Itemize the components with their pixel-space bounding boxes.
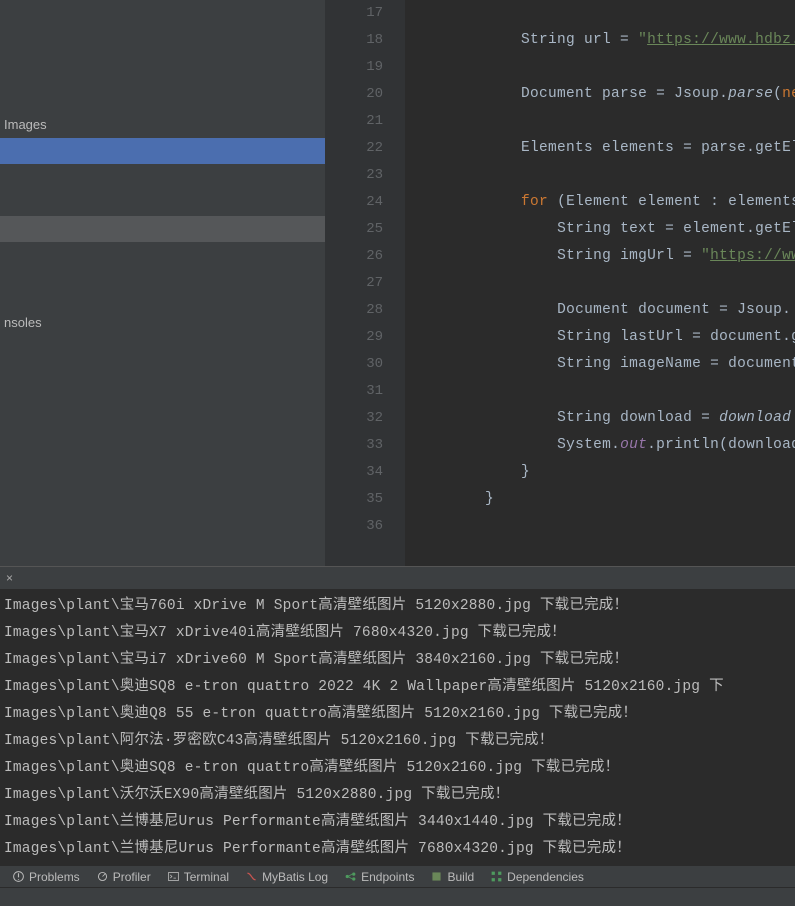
sidebar-item[interactable] — [0, 216, 325, 242]
line-number: 30 — [325, 351, 383, 378]
code-line[interactable] — [405, 108, 795, 135]
line-number: 34 — [325, 459, 383, 486]
line-number: 25 — [325, 216, 383, 243]
line-number: 36 — [325, 513, 383, 540]
console-line: Images\plant\兰博基尼Urus Performante高清壁纸图片 … — [4, 836, 791, 863]
toolwindow-label: MyBatis Log — [262, 870, 328, 884]
code-line[interactable]: String lastUrl = document.g — [405, 324, 795, 351]
code-line[interactable]: Elements elements = parse.getEl — [405, 135, 795, 162]
line-number: 21 — [325, 108, 383, 135]
endpoints-icon — [344, 870, 357, 883]
sidebar-item[interactable]: Images — [0, 112, 325, 138]
code-line[interactable]: System.out.println(download — [405, 432, 795, 459]
line-number: 29 — [325, 324, 383, 351]
code-line[interactable] — [405, 513, 795, 540]
dependencies-icon — [490, 870, 503, 883]
status-bar — [0, 887, 795, 906]
toolwindow-endpoints[interactable]: Endpoints — [336, 870, 422, 884]
toolwindow-build[interactable]: Build — [422, 870, 482, 884]
code-line[interactable] — [405, 162, 795, 189]
toolwindow-mybatis[interactable]: MyBatis Log — [237, 870, 336, 884]
code-line[interactable] — [405, 378, 795, 405]
code-editor[interactable]: 1718192021222324252627282930313233343536… — [325, 0, 795, 566]
toolwindow-label: Terminal — [184, 870, 229, 884]
console-line: Images\plant\奥迪SQ8 e-tron quattro高清壁纸图片 … — [4, 755, 791, 782]
toolwindow-label: Endpoints — [361, 870, 414, 884]
code-line[interactable]: Document document = Jsoup. — [405, 297, 795, 324]
code-line[interactable]: for (Element element : elements — [405, 189, 795, 216]
tool-window-sidebar[interactable]: Images nsoles — [0, 0, 325, 566]
problems-icon — [12, 870, 25, 883]
toolwindow-label: Problems — [29, 870, 80, 884]
code-line[interactable] — [405, 270, 795, 297]
code-line[interactable]: Document parse = Jsoup.parse(ne — [405, 81, 795, 108]
code-content[interactable]: String url = "https://www.hdbz. Document… — [405, 0, 795, 566]
sidebar-item[interactable] — [0, 164, 325, 190]
line-number: 24 — [325, 189, 383, 216]
code-line[interactable]: String text = element.getEl — [405, 216, 795, 243]
sidebar-item[interactable]: nsoles — [0, 310, 325, 336]
sidebar-item[interactable] — [0, 58, 325, 84]
console-output[interactable]: Images\plant\宝马760i xDrive M Sport高清壁纸图片… — [0, 589, 795, 865]
console-line: Images\plant\兰博基尼Urus Performante高清壁纸图片 … — [4, 809, 791, 836]
code-line[interactable]: String download = download — [405, 405, 795, 432]
mybatis-icon — [245, 870, 258, 883]
console-line: Images\plant\奥迪Q8 55 e-tron quattro高清壁纸图… — [4, 701, 791, 728]
sidebar-item[interactable] — [0, 190, 325, 216]
code-line[interactable]: } — [405, 486, 795, 513]
line-number: 23 — [325, 162, 383, 189]
line-number: 18 — [325, 27, 383, 54]
profiler-icon — [96, 870, 109, 883]
close-icon[interactable]: × — [0, 571, 19, 585]
sidebar-item[interactable] — [0, 138, 325, 164]
line-number: 28 — [325, 297, 383, 324]
console-tab-bar[interactable]: × — [0, 567, 795, 589]
bottom-tool-bar[interactable]: Problems Profiler Terminal MyBatis Log Endpo… — [0, 865, 795, 887]
console-line: Images\plant\宝马i7 xDrive60 M Sport高清壁纸图片… — [4, 647, 791, 674]
line-number: 19 — [325, 54, 383, 81]
toolwindow-dependencies[interactable]: Dependencies — [482, 870, 592, 884]
sidebar-item[interactable] — [0, 268, 325, 294]
code-line[interactable] — [405, 54, 795, 81]
line-number: 33 — [325, 432, 383, 459]
sidebar-item[interactable] — [0, 242, 325, 268]
editor-gutter: 1718192021222324252627282930313233343536 — [325, 0, 405, 566]
line-number: 35 — [325, 486, 383, 513]
line-number: 27 — [325, 270, 383, 297]
sidebar-item[interactable] — [0, 84, 325, 110]
code-line[interactable]: } — [405, 459, 795, 486]
console-panel: × Images\plant\宝马760i xDrive M Sport高清壁纸… — [0, 566, 795, 906]
console-line: Images\plant\阿尔法·罗密欧C43高清壁纸图片 5120x2160.… — [4, 728, 791, 755]
line-number: 22 — [325, 135, 383, 162]
code-line[interactable] — [405, 0, 795, 27]
toolwindow-label: Profiler — [113, 870, 151, 884]
console-line: Images\plant\宝马X7 xDrive40i高清壁纸图片 7680x4… — [4, 620, 791, 647]
build-icon — [430, 870, 443, 883]
line-number: 31 — [325, 378, 383, 405]
line-number: 32 — [325, 405, 383, 432]
console-line: Images\plant\沃尔沃EX90高清壁纸图片 5120x2880.jpg… — [4, 782, 791, 809]
code-line[interactable]: String url = "https://www.hdbz. — [405, 27, 795, 54]
line-number: 26 — [325, 243, 383, 270]
toolwindow-profiler[interactable]: Profiler — [88, 870, 159, 884]
terminal-icon — [167, 870, 180, 883]
code-line[interactable]: String imageName = document — [405, 351, 795, 378]
toolwindow-problems[interactable]: Problems — [4, 870, 88, 884]
toolwindow-label: Build — [447, 870, 474, 884]
line-number: 17 — [325, 0, 383, 27]
code-line[interactable]: String imgUrl = "https://ww — [405, 243, 795, 270]
toolwindow-terminal[interactable]: Terminal — [159, 870, 237, 884]
line-number: 20 — [325, 81, 383, 108]
console-line: Images\plant\奥迪SQ8 e-tron quattro 2022 4… — [4, 674, 791, 701]
toolwindow-label: Dependencies — [507, 870, 584, 884]
console-line: Images\plant\宝马760i xDrive M Sport高清壁纸图片… — [4, 593, 791, 620]
